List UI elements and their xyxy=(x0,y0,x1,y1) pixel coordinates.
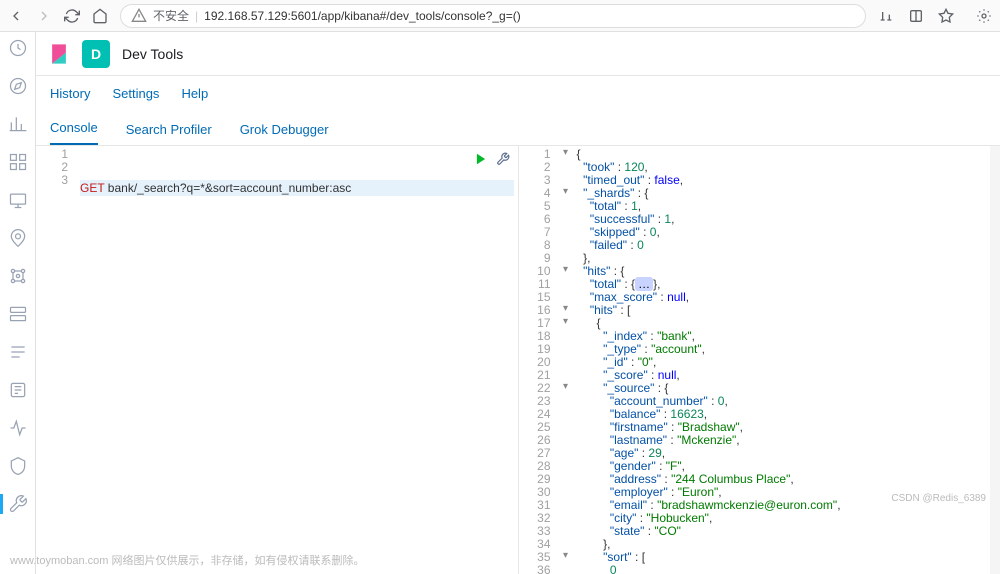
siem-icon[interactable] xyxy=(8,456,28,476)
response-pane: 1234567891011151617181920212223242526272… xyxy=(519,146,1000,574)
response-viewer[interactable]: { "took" : 120, "timed_out" : false, "_s… xyxy=(573,146,991,574)
discover-icon[interactable] xyxy=(8,76,28,96)
request-gutter: 123 xyxy=(36,146,76,574)
uptime-icon[interactable] xyxy=(8,418,28,438)
ml-icon[interactable] xyxy=(8,266,28,286)
play-icon[interactable] xyxy=(474,152,488,170)
app-header: D Dev Tools xyxy=(36,32,1000,76)
back-icon[interactable] xyxy=(8,8,24,24)
url-bar[interactable]: 不安全 | 192.168.57.129:5601/app/kibana#/de… xyxy=(120,4,866,28)
extensions-icon[interactable] xyxy=(976,8,992,24)
text-size-icon[interactable] xyxy=(878,8,894,24)
visualize-icon[interactable] xyxy=(8,114,28,134)
response-fold-gutter[interactable]: ▾▾▾▾▾▾▾▾ xyxy=(559,146,573,574)
star-icon[interactable] xyxy=(938,8,954,24)
reader-icon[interactable] xyxy=(908,8,924,24)
sub-links: History Settings Help xyxy=(36,76,1000,110)
tab-console[interactable]: Console xyxy=(50,120,98,145)
devtools-icon[interactable] xyxy=(8,494,28,514)
warning-icon xyxy=(131,8,147,24)
logs-icon[interactable] xyxy=(8,342,28,362)
watermark-text: www.toymoban.com 网络图片仅供展示，非存储，如有侵权请联系删除。 xyxy=(10,552,364,568)
canvas-icon[interactable] xyxy=(8,190,28,210)
insecure-label: 不安全 xyxy=(153,7,189,24)
refresh-icon[interactable] xyxy=(64,8,80,24)
app-badge: D xyxy=(82,40,110,68)
credit-text: CSDN @Redis_6389 xyxy=(891,493,986,504)
dashboard-icon[interactable] xyxy=(8,152,28,172)
forward-icon[interactable] xyxy=(36,8,52,24)
tab-grok-debugger[interactable]: Grok Debugger xyxy=(240,122,329,145)
response-gutter: 1234567891011151617181920212223242526272… xyxy=(519,146,559,574)
request-method: GET xyxy=(80,181,104,195)
browser-toolbar: 不安全 | 192.168.57.129:5601/app/kibana#/de… xyxy=(0,0,1000,32)
maps-icon[interactable] xyxy=(8,228,28,248)
tabs: Console Search Profiler Grok Debugger xyxy=(36,110,1000,146)
home-icon[interactable] xyxy=(92,8,108,24)
left-rail xyxy=(0,32,36,574)
history-link[interactable]: History xyxy=(50,86,90,101)
url-text: 192.168.57.129:5601/app/kibana#/dev_tool… xyxy=(204,9,521,23)
recent-icon[interactable] xyxy=(8,38,28,58)
request-editor[interactable]: GET bank/_search?q=*&sort=account_number… xyxy=(76,146,518,574)
apm-icon[interactable] xyxy=(8,380,28,400)
help-link[interactable]: Help xyxy=(181,86,208,101)
tab-search-profiler[interactable]: Search Profiler xyxy=(126,122,212,145)
page-title: Dev Tools xyxy=(122,46,183,62)
request-pane: 123 GET bank/_search?q=*&sort=account_nu… xyxy=(36,146,519,574)
infra-icon[interactable] xyxy=(8,304,28,324)
scrollbar[interactable] xyxy=(990,146,1000,574)
wrench-icon[interactable] xyxy=(496,152,510,170)
kibana-logo-icon xyxy=(48,43,70,65)
settings-link[interactable]: Settings xyxy=(112,86,159,101)
request-path: bank/_search?q=*&sort=account_number:asc xyxy=(108,181,352,195)
